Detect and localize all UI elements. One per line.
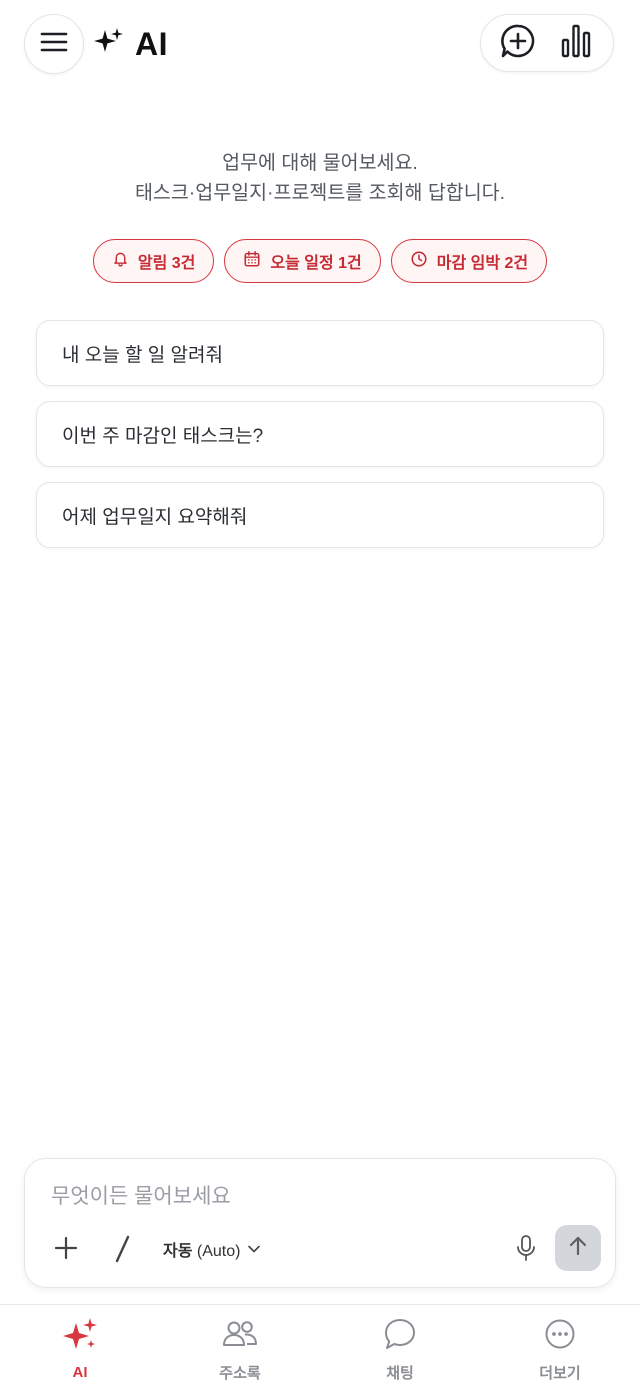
bottom-navigation: AI 주소록 채팅 더보기 — [0, 1304, 640, 1388]
message-input[interactable] — [49, 1179, 593, 1215]
header-actions — [480, 14, 614, 72]
send-button[interactable] — [555, 1225, 601, 1271]
brand: AI — [93, 26, 168, 63]
calendar-icon — [243, 250, 261, 273]
nav-item-contacts[interactable]: 주소록 — [160, 1305, 320, 1388]
nav-label: AI — [72, 1364, 88, 1381]
chip-label: 오늘 일정 1건 — [270, 255, 362, 272]
nav-item-more[interactable]: 더보기 — [480, 1305, 640, 1388]
attach-button[interactable] — [51, 1235, 81, 1265]
sparkle-icon — [93, 26, 125, 63]
chip-label: 마감 임박 2건 — [436, 255, 529, 272]
hamburger-menu-icon — [40, 31, 68, 58]
slash-icon — [114, 1235, 130, 1268]
nav-label: 채팅 — [386, 1365, 414, 1382]
arrow-up-icon — [567, 1235, 589, 1262]
bar-chart-icon — [561, 24, 591, 63]
new-chat-button[interactable] — [498, 23, 538, 63]
mode-select[interactable]: 자동 (Auto) — [163, 1237, 261, 1261]
contacts-icon — [222, 1317, 258, 1356]
sparkle-icon — [61, 1317, 99, 1358]
clock-icon — [410, 250, 428, 273]
voice-input-button[interactable] — [511, 1233, 541, 1267]
menu-button[interactable] — [24, 14, 84, 74]
suggestion-item[interactable]: 이번 주 마감인 태스크는? — [36, 401, 604, 467]
more-dots-icon — [543, 1317, 577, 1356]
intro-text: 업무에 대해 물어보세요. 태스크·업무일지·프로젝트를 조회해 답합니다. — [0, 148, 640, 208]
chat-bubble-icon — [383, 1317, 417, 1356]
suggestion-item[interactable]: 어제 업무일지 요약해줘 — [36, 482, 604, 548]
plus-icon — [54, 1236, 78, 1265]
intro-line-2: 태스크·업무일지·프로젝트를 조회해 답합니다. — [134, 182, 506, 204]
slash-command-button[interactable] — [109, 1235, 135, 1267]
nav-item-ai[interactable]: AI — [0, 1305, 160, 1388]
chevron-down-icon — [248, 1240, 261, 1258]
chip-notifications[interactable]: 알림 3건 — [92, 239, 215, 283]
intro-line-1: 업무에 대해 물어보세요. — [222, 152, 418, 174]
nav-label: 주소록 — [219, 1365, 261, 1382]
page-title: AI — [135, 26, 168, 62]
suggestion-item[interactable]: 내 오늘 할 일 알려줘 — [36, 320, 604, 386]
new-chat-plus-bubble-icon — [500, 23, 536, 64]
app-header: AI — [0, 0, 640, 90]
bell-icon — [112, 250, 129, 272]
mode-label: 자동 — [163, 1243, 193, 1260]
mode-value: (Auto) — [196, 1243, 241, 1260]
chip-today-schedule[interactable]: 오늘 일정 1건 — [224, 239, 381, 283]
chip-deadline-soon[interactable]: 마감 임박 2건 — [390, 239, 548, 283]
message-composer: 자동 (Auto) — [24, 1158, 616, 1288]
suggested-prompts: 내 오늘 할 일 알려줘 이번 주 마감인 태스크는? 어제 업무일지 요약해줘 — [36, 320, 604, 563]
nav-item-chat[interactable]: 채팅 — [320, 1305, 480, 1388]
status-chips: 알림 3건 오늘 일정 1건 마감 임박 2건 — [0, 239, 640, 283]
microphone-icon — [515, 1234, 537, 1267]
stats-button[interactable] — [556, 23, 596, 63]
chip-label: 알림 3건 — [137, 255, 196, 272]
nav-label: 더보기 — [539, 1365, 581, 1382]
